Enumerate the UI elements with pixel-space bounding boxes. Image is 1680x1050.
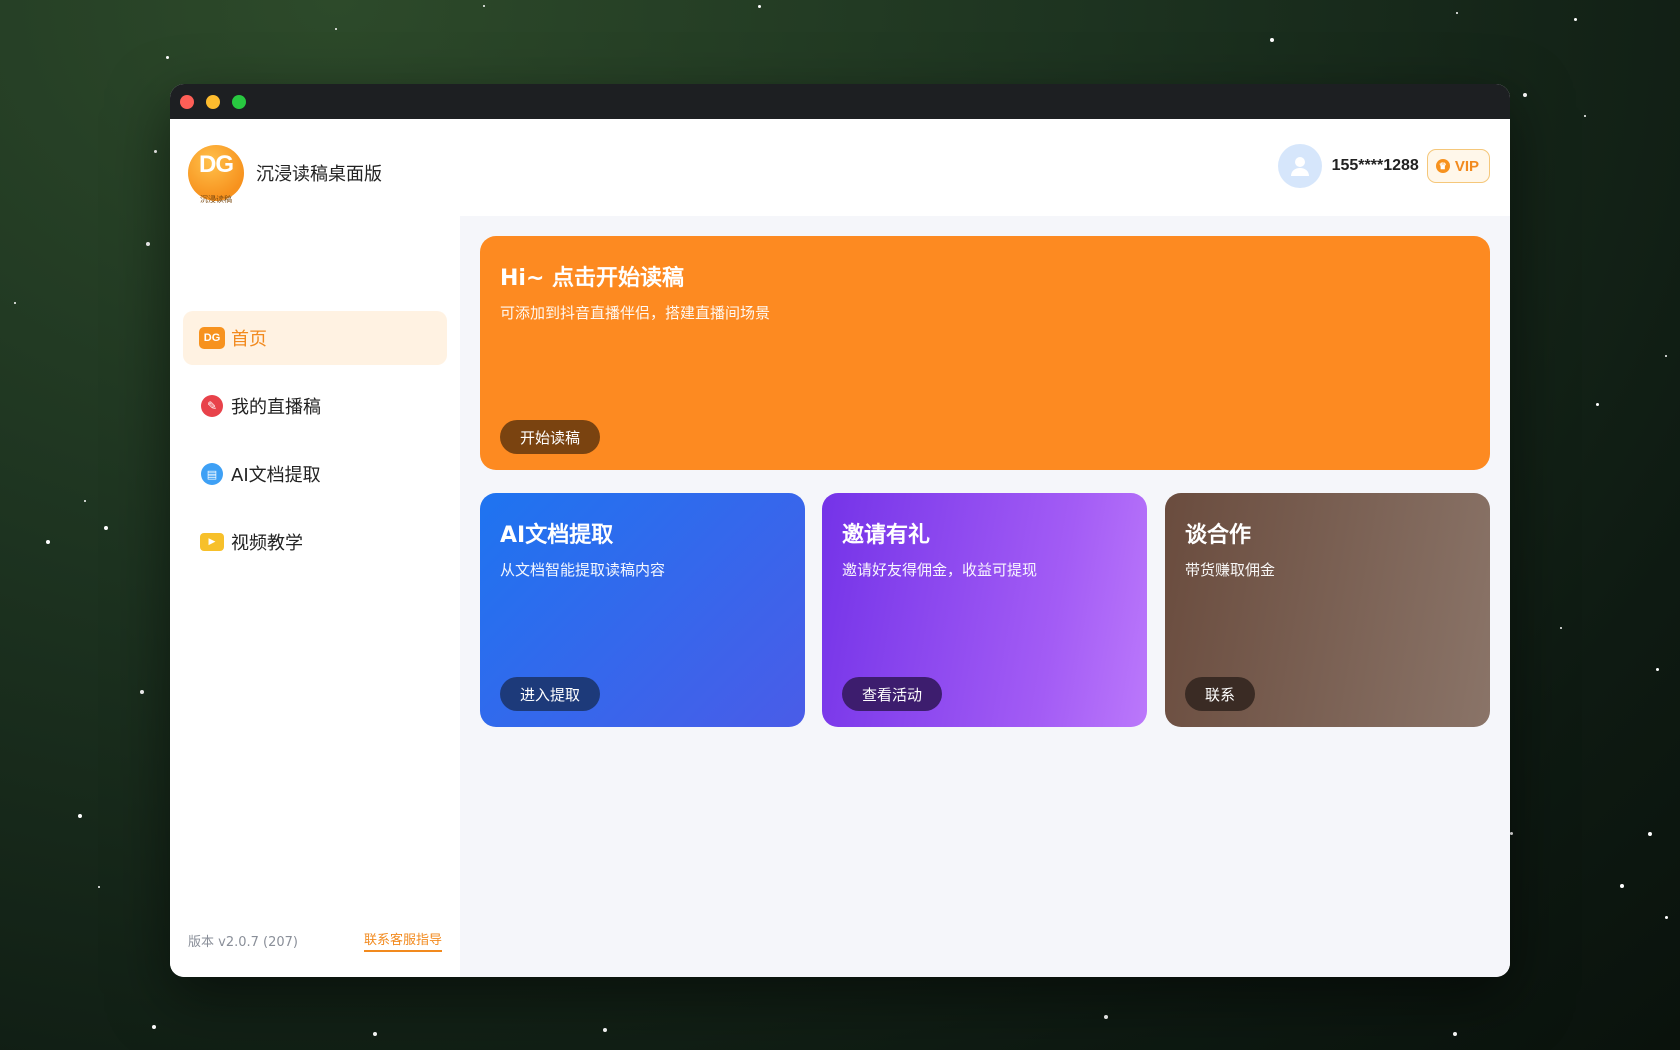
crown-icon: ♛ <box>1435 159 1450 173</box>
star <box>140 690 144 694</box>
star <box>758 5 761 8</box>
document-icon: ▤ <box>199 461 225 487</box>
star <box>1665 916 1668 919</box>
ai-doc-card: AI文档提取 从文档智能提取读稿内容 进入提取 <box>480 493 805 727</box>
user-info[interactable]: 155****1288 ♛ VIP <box>1277 144 1490 188</box>
star <box>1270 38 1274 42</box>
star <box>1456 12 1458 14</box>
sidebar-item-label: AI文档提取 <box>231 465 321 486</box>
sidebar-nav: DG 首页 ✎ 我的直播稿 ▤ AI文档提取 ▶ 视频教学 <box>183 311 447 583</box>
star <box>483 5 485 7</box>
star <box>166 56 169 59</box>
star <box>1453 1032 1457 1036</box>
star <box>603 1028 607 1032</box>
cooperation-card: 谈合作 带货赚取佣金 联系 <box>1165 493 1490 727</box>
star <box>1104 1015 1108 1019</box>
star <box>1665 355 1667 357</box>
video-icon: ▶ <box>199 529 225 555</box>
brand-name: 沉浸读稿桌面版 <box>256 164 382 185</box>
home-icon-text: DG <box>199 327 225 349</box>
invite-card: 邀请有礼 邀请好友得佣金，收益可提现 查看活动 <box>822 493 1147 727</box>
star <box>1510 832 1513 835</box>
star <box>335 28 337 30</box>
sidebar-item-label: 首页 <box>231 329 267 350</box>
user-phone: 155****1288 <box>1331 157 1419 174</box>
sidebar-item-label: 视频教学 <box>231 533 303 554</box>
live-script-icon: ✎ <box>199 393 225 419</box>
star <box>78 814 82 818</box>
minimize-window-button[interactable] <box>206 95 220 109</box>
hero-title: Hi~ 点击开始读稿 <box>500 266 685 291</box>
version-label: 版本 v2.0.7 (207) <box>188 935 298 950</box>
star <box>152 1025 156 1029</box>
star <box>104 526 108 530</box>
start-reading-button[interactable]: 开始读稿 <box>500 420 601 454</box>
star <box>1584 115 1586 117</box>
star <box>1648 832 1652 836</box>
star <box>1574 18 1577 21</box>
sidebar-item-video-tutorials[interactable]: ▶ 视频教学 <box>183 515 447 569</box>
app-window: DG 沉浸读稿 沉浸读稿桌面版 DG 首页 ✎ 我的直播稿 ▤ AI文档提取 ▶… <box>170 84 1510 977</box>
enter-extract-button[interactable]: 进入提取 <box>500 677 601 711</box>
star <box>1656 668 1659 671</box>
maximize-window-button[interactable] <box>232 95 246 109</box>
card-subtitle: 邀请好友得佣金，收益可提现 <box>842 561 1038 579</box>
sidebar-footer: 版本 v2.0.7 (207) 联系客服指导 <box>188 929 442 952</box>
app-logo: DG 沉浸读稿 <box>188 145 244 204</box>
hero-subtitle: 可添加到抖音直播伴侣，搭建直播间场景 <box>500 304 771 322</box>
logo-text: DG <box>199 151 234 178</box>
hero-card: Hi~ 点击开始读稿 可添加到抖音直播伴侣，搭建直播间场景 开始读稿 <box>480 236 1490 470</box>
card-title: AI文档提取 <box>500 523 614 548</box>
sidebar: DG 沉浸读稿 沉浸读稿桌面版 DG 首页 ✎ 我的直播稿 ▤ AI文档提取 ▶… <box>170 119 460 977</box>
star <box>1620 884 1624 888</box>
contact-support-link[interactable]: 联系客服指导 <box>363 929 442 952</box>
vip-label: VIP <box>1454 157 1479 175</box>
card-title: 谈合作 <box>1185 523 1252 548</box>
star <box>84 500 86 502</box>
contact-button[interactable]: 联系 <box>1185 677 1256 711</box>
sidebar-item-home[interactable]: DG 首页 <box>183 311 447 365</box>
card-subtitle: 从文档智能提取读稿内容 <box>500 561 666 579</box>
star <box>1560 627 1562 629</box>
star <box>46 540 50 544</box>
user-icon[interactable] <box>1277 144 1322 188</box>
star <box>1523 93 1527 97</box>
sidebar-item-ai-doc[interactable]: ▤ AI文档提取 <box>183 447 447 501</box>
title-bar <box>170 84 1510 119</box>
star <box>98 886 100 888</box>
brand: DG 沉浸读稿 沉浸读稿桌面版 <box>188 145 382 204</box>
main-content: Hi~ 点击开始读稿 可添加到抖音直播伴侣，搭建直播间场景 开始读稿 AI文档提… <box>460 216 1510 977</box>
sidebar-item-live-scripts[interactable]: ✎ 我的直播稿 <box>183 379 447 433</box>
logo-subtext: 沉浸读稿 <box>200 195 232 204</box>
card-subtitle: 带货赚取佣金 <box>1185 561 1276 579</box>
vip-badge[interactable]: ♛ VIP <box>1426 149 1490 183</box>
star <box>146 242 150 246</box>
card-title: 邀请有礼 <box>842 523 931 548</box>
view-activity-button[interactable]: 查看活动 <box>842 677 943 711</box>
star <box>154 150 157 153</box>
star <box>1596 403 1599 406</box>
close-window-button[interactable] <box>180 95 194 109</box>
star <box>14 302 16 304</box>
dg-logo-icon: DG <box>199 325 225 351</box>
header: 155****1288 ♛ VIP <box>460 119 1510 216</box>
sidebar-item-label: 我的直播稿 <box>231 397 321 418</box>
star <box>373 1032 377 1036</box>
